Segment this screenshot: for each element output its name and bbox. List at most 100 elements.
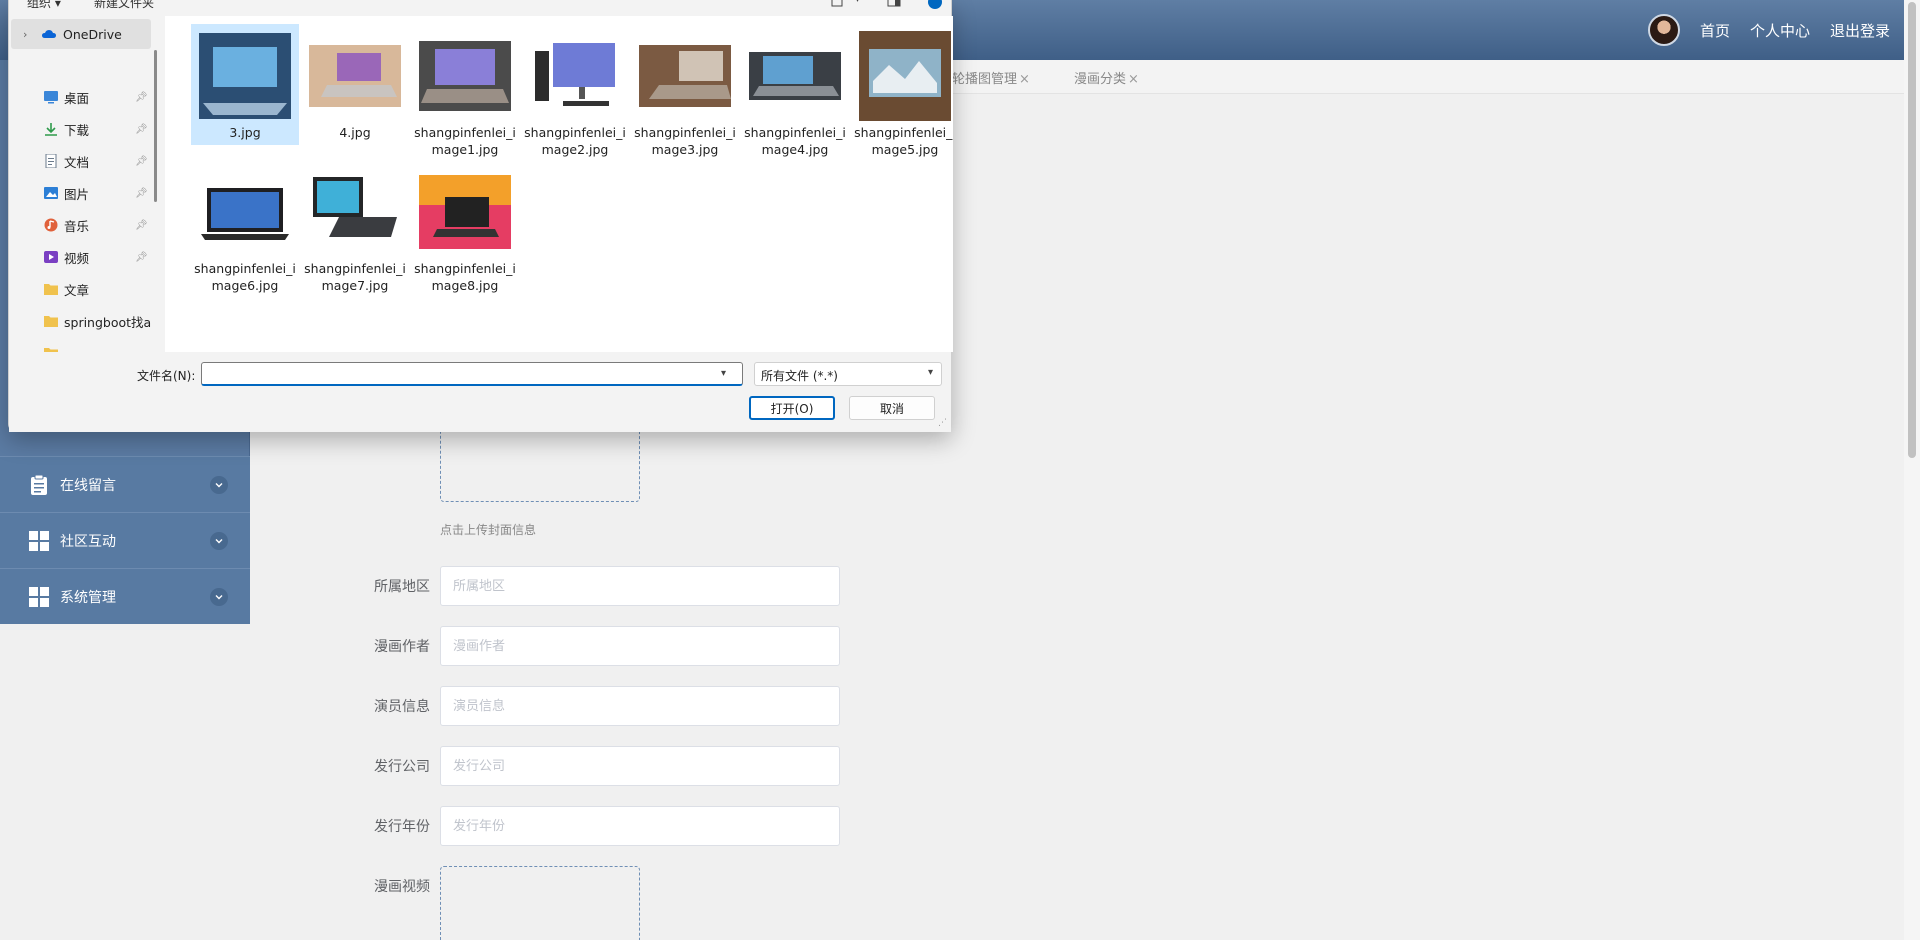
- open-button[interactable]: 打开(O): [749, 396, 835, 420]
- author-input[interactable]: [440, 626, 840, 666]
- pin-icon: 📌︎: [135, 91, 148, 103]
- download-icon: [45, 123, 57, 136]
- region-input[interactable]: [440, 566, 840, 606]
- actor-input[interactable]: [440, 686, 840, 726]
- grid-icon: [29, 586, 49, 607]
- filename-input[interactable]: [201, 362, 743, 386]
- file-item[interactable]: shangpinfenlei_image3.jpg: [631, 24, 739, 162]
- image-thumbnail: [419, 166, 511, 258]
- image-thumbnail: [859, 30, 951, 122]
- file-item[interactable]: shangpinfenlei_image2.jpg: [521, 24, 629, 162]
- image-thumbnail: [309, 166, 401, 258]
- profile-link[interactable]: 个人中心: [1750, 20, 1810, 41]
- file-item[interactable]: shangpinfenlei_image1.jpg: [411, 24, 519, 162]
- chevron-down-icon[interactable]: ▾: [855, 0, 860, 5]
- tab-banner[interactable]: 轮播图管理 ×: [952, 68, 1030, 87]
- publisher-input[interactable]: [440, 746, 840, 786]
- resize-grip-icon[interactable]: ⋰: [938, 418, 947, 428]
- folder-icon: [44, 316, 58, 327]
- avatar[interactable]: [1647, 14, 1680, 46]
- file-item[interactable]: shangpinfenlei_image5.jpg: [851, 24, 953, 162]
- page-scrollbar[interactable]: [1904, 0, 1920, 940]
- file-item[interactable]: shangpinfenlei_image7.jpg: [301, 160, 409, 298]
- desktop-icon: [44, 91, 58, 104]
- publisher-label: 发行公司: [374, 759, 430, 775]
- header-right: 首页 个人中心 退出登录: [1647, 0, 1890, 60]
- logout-link[interactable]: 退出登录: [1830, 20, 1890, 41]
- grid-icon: [29, 530, 49, 551]
- nav-item-pictures[interactable]: 图片 📌︎: [9, 178, 149, 208]
- nav-item-desktop[interactable]: 桌面 📌︎: [9, 82, 149, 112]
- video-label: 漫画视频: [374, 879, 430, 895]
- folder-icon: [44, 284, 58, 295]
- music-icon: [44, 218, 58, 232]
- image-thumbnail: [309, 30, 401, 122]
- pin-icon: 📌︎: [135, 155, 148, 167]
- dialog-nav-pane: › OneDrive 桌面 📌︎ 下载 📌︎ 文档 📌︎ 图片 📌︎ 音乐 📌︎…: [9, 16, 157, 352]
- view-icon[interactable]: [831, 0, 845, 8]
- file-item[interactable]: 4.jpg: [301, 24, 409, 145]
- sidebar-item-system[interactable]: 系统管理: [0, 568, 250, 624]
- pin-icon: 📌︎: [135, 219, 148, 231]
- video-icon: [44, 251, 58, 263]
- file-item[interactable]: shangpinfenlei_image6.jpg: [191, 160, 299, 298]
- nav-item-music[interactable]: 音乐 📌︎: [9, 210, 149, 240]
- file-list: 3.jpg 4.jpg shangpinfenlei_image1.jpg sh…: [165, 16, 953, 352]
- nav-item-onedrive[interactable]: › OneDrive: [11, 19, 151, 49]
- image-thumbnail: [199, 166, 291, 258]
- tab-comic-category[interactable]: 漫画分类 ×: [1074, 68, 1139, 87]
- chevron-down-icon: ▾: [927, 367, 933, 378]
- year-label: 发行年份: [374, 819, 430, 835]
- actor-label: 演员信息: [374, 699, 430, 715]
- new-folder-button[interactable]: 新建文件夹: [94, 0, 154, 11]
- document-icon: [45, 154, 57, 168]
- sidebar-item-message[interactable]: 在线留言: [0, 456, 250, 512]
- sidebar-item-community[interactable]: 社区互动: [0, 512, 250, 568]
- cancel-button[interactable]: 取消: [849, 396, 935, 420]
- dialog-footer: 文件名(N): ▾ 所有文件 (*.*) ▾ 打开(O) 取消 ⋰: [9, 352, 951, 432]
- close-icon[interactable]: ×: [1019, 72, 1030, 87]
- nav-item-videos[interactable]: 视频 📌︎: [9, 242, 149, 272]
- nav-item-partial[interactable]: [9, 338, 149, 352]
- file-item[interactable]: shangpinfenlei_image8.jpg: [411, 160, 519, 298]
- chevron-down-icon[interactable]: ▾: [721, 368, 726, 379]
- clipboard-icon: [31, 474, 47, 495]
- nav-scrollbar[interactable]: [153, 16, 159, 352]
- chevron-down-icon: [210, 587, 228, 606]
- organize-button[interactable]: 组织 ▾: [27, 0, 61, 11]
- nav-item-documents[interactable]: 文档 📌︎: [9, 146, 149, 176]
- close-icon[interactable]: ×: [1128, 72, 1139, 87]
- year-input[interactable]: [440, 806, 840, 846]
- image-thumbnail: [749, 30, 841, 122]
- nav-item-downloads[interactable]: 下载 📌︎: [9, 114, 149, 144]
- region-label: 所属地区: [374, 579, 430, 595]
- filename-label: 文件名(N):: [137, 369, 196, 383]
- preview-pane-icon[interactable]: [887, 0, 901, 8]
- help-icon[interactable]: [927, 0, 943, 10]
- author-label: 漫画作者: [374, 639, 430, 655]
- pin-icon: 📌︎: [135, 187, 148, 199]
- image-thumbnail: [419, 30, 511, 122]
- nav-item-articles[interactable]: 文章: [9, 274, 149, 304]
- nav-scroll-thumb[interactable]: [154, 50, 157, 202]
- video-upload-box[interactable]: [440, 866, 640, 940]
- nav-item-springboot[interactable]: springboot找a: [9, 306, 151, 336]
- file-type-select[interactable]: 所有文件 (*.*) ▾: [754, 362, 942, 386]
- file-open-dialog: 组织 ▾ 新建文件夹 ▾ › OneDrive 桌面 📌︎ 下载 📌︎ 文档 📌…: [8, 0, 953, 432]
- pin-icon: 📌︎: [135, 123, 148, 135]
- file-item[interactable]: 3.jpg: [191, 24, 299, 145]
- image-thumbnail: [639, 30, 731, 122]
- image-thumbnail: [199, 30, 291, 122]
- cover-upload-hint: 点击上传封面信息: [440, 523, 537, 537]
- file-item[interactable]: shangpinfenlei_image4.jpg: [741, 24, 849, 162]
- chevron-down-icon: [210, 475, 228, 494]
- picture-icon: [44, 187, 58, 199]
- dialog-command-bar: 组织 ▾ 新建文件夹 ▾: [9, 0, 951, 12]
- chevron-right-icon[interactable]: ›: [23, 28, 27, 41]
- page-scroll-thumb[interactable]: [1908, 2, 1916, 458]
- chevron-down-icon: [210, 531, 228, 550]
- home-link[interactable]: 首页: [1700, 20, 1730, 41]
- image-thumbnail: [529, 30, 621, 122]
- pin-icon: 📌︎: [135, 251, 148, 263]
- cover-upload-box[interactable]: [440, 420, 640, 502]
